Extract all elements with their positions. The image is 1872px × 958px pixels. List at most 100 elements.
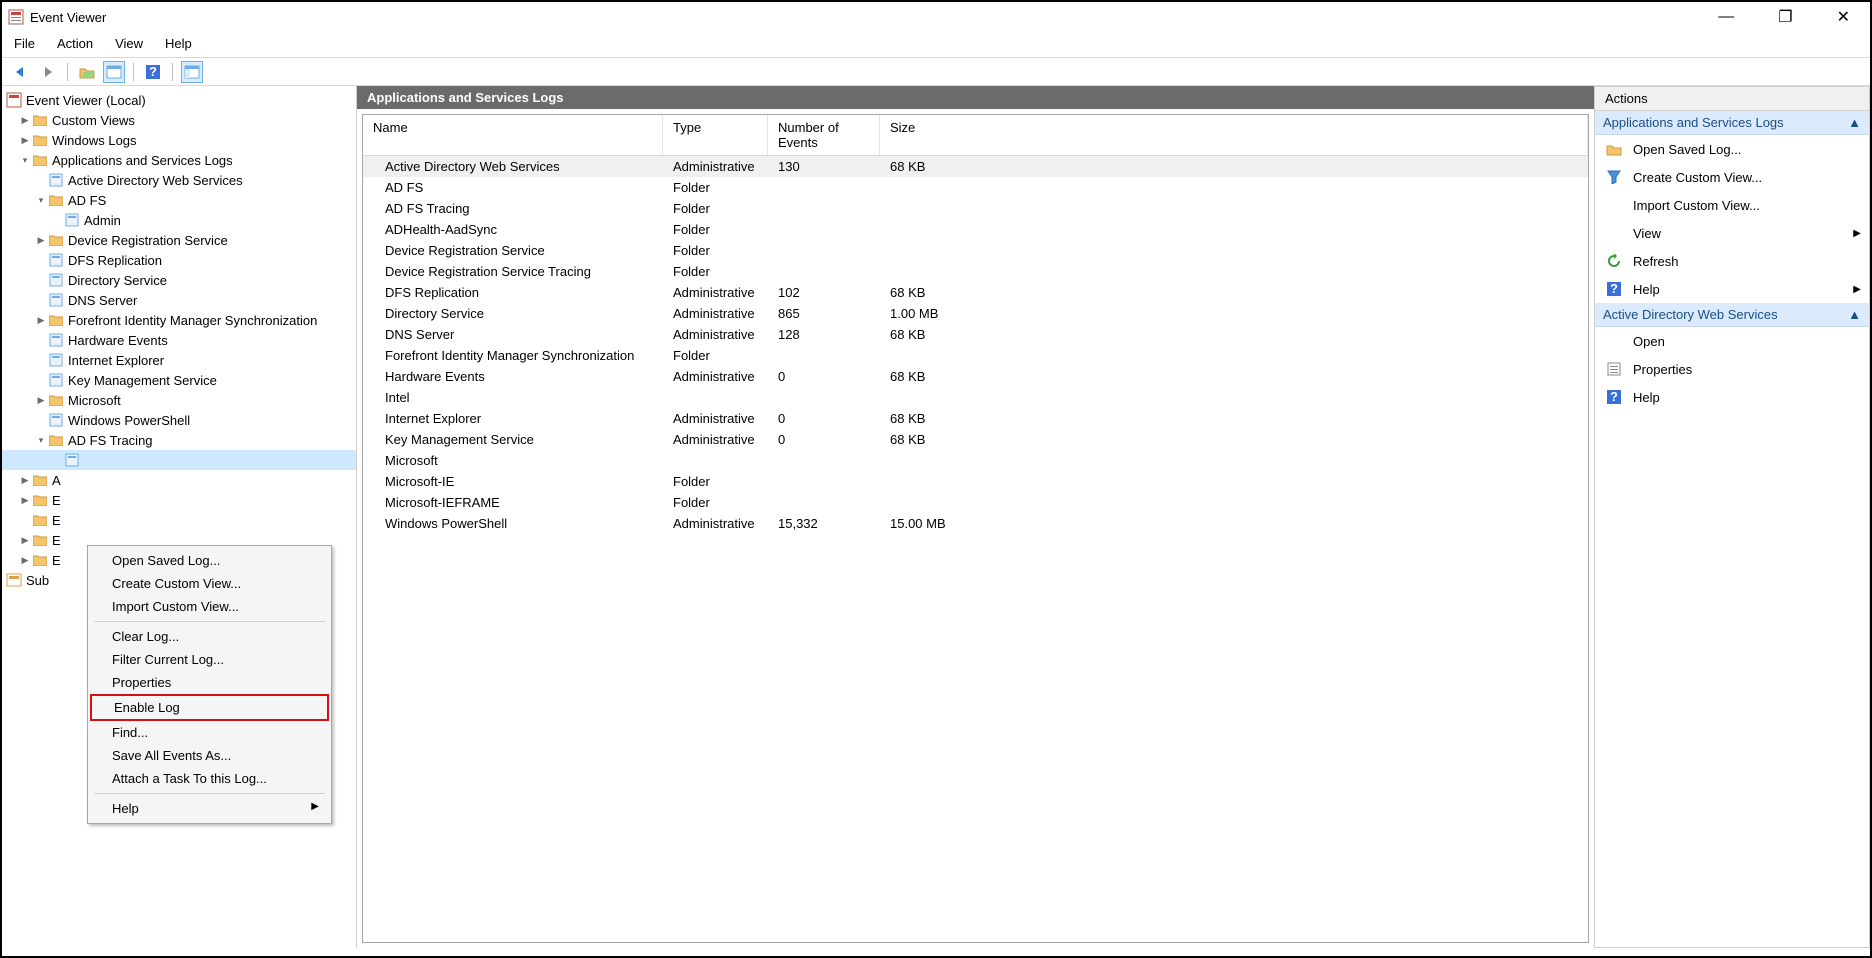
context-menu-item[interactable]: Create Custom View...	[90, 572, 329, 595]
list-row[interactable]: Forefront Identity Manager Synchronizati…	[363, 345, 1588, 366]
tree-kms[interactable]: Key Management Service	[2, 370, 356, 390]
tree-apps-logs[interactable]: ▾Applications and Services Logs	[2, 150, 356, 170]
collapse-icon[interactable]: ▾	[18, 155, 32, 166]
list-row[interactable]: Microsoft-IEFRAMEFolder	[363, 492, 1588, 513]
action-item[interactable]: Properties	[1595, 355, 1869, 383]
expand-icon[interactable]: ▶	[34, 315, 48, 326]
action-item[interactable]: View▶	[1595, 219, 1869, 247]
list-row[interactable]: Directory ServiceAdministrative8651.00 M…	[363, 303, 1588, 324]
tree-root[interactable]: Event Viewer (Local)	[2, 90, 356, 110]
tree-adfs-tracing[interactable]: ▾AD FS Tracing	[2, 430, 356, 450]
tree-partial-2[interactable]: E	[2, 510, 356, 530]
tree-dirsvc[interactable]: Directory Service	[2, 270, 356, 290]
expand-icon[interactable]: ▶	[34, 395, 48, 406]
list-row[interactable]: Hardware EventsAdministrative068 KB	[363, 366, 1588, 387]
expand-icon[interactable]: ▶	[18, 475, 32, 486]
col-name[interactable]: Name	[363, 115, 663, 155]
tree-fim[interactable]: ▶Forefront Identity Manager Synchronizat…	[2, 310, 356, 330]
expand-icon[interactable]: ▶	[34, 235, 48, 246]
back-button[interactable]	[10, 61, 32, 83]
refresh-icon	[1605, 252, 1623, 270]
folder-icon	[32, 132, 48, 148]
toolbar-help-icon[interactable]: ?	[142, 61, 164, 83]
expand-icon[interactable]: ▶	[18, 555, 32, 566]
tree-ie[interactable]: Internet Explorer	[2, 350, 356, 370]
context-menu-item[interactable]: Open Saved Log...	[90, 549, 329, 572]
actions-section-2[interactable]: Active Directory Web Services▲	[1595, 303, 1869, 327]
list-row[interactable]: Internet ExplorerAdministrative068 KB	[363, 408, 1588, 429]
tree-dfs[interactable]: DFS Replication	[2, 250, 356, 270]
collapse-icon[interactable]: ▾	[34, 195, 48, 206]
tree-custom-views[interactable]: ▶Custom Views	[2, 110, 356, 130]
list-row[interactable]: Device Registration ServiceFolder	[363, 240, 1588, 261]
list-row[interactable]: Windows PowerShellAdministrative15,33215…	[363, 513, 1588, 534]
menu-action[interactable]: Action	[57, 36, 93, 51]
list-row[interactable]: AD FSFolder	[363, 177, 1588, 198]
action-item[interactable]: Create Custom View...	[1595, 163, 1869, 191]
column-headers: Name Type Number of Events Size	[363, 115, 1588, 156]
tree-adfs[interactable]: ▾AD FS	[2, 190, 356, 210]
action-item[interactable]: ?Help	[1595, 383, 1869, 411]
maximize-button[interactable]: ❐	[1768, 5, 1802, 29]
list-row[interactable]: DFS ReplicationAdministrative10268 KB	[363, 282, 1588, 303]
tree-drs[interactable]: ▶Device Registration Service	[2, 230, 356, 250]
context-menu-item[interactable]: Properties	[90, 671, 329, 694]
collapse-arrow-icon: ▲	[1848, 115, 1861, 130]
toolbar-pane2-icon[interactable]	[181, 61, 203, 83]
list-row[interactable]: DNS ServerAdministrative12868 KB	[363, 324, 1588, 345]
collapse-icon[interactable]: ▾	[34, 435, 48, 446]
window-title: Event Viewer	[30, 10, 1708, 25]
context-menu-item[interactable]: Save All Events As...	[90, 744, 329, 767]
minimize-button[interactable]: —	[1708, 6, 1744, 28]
menu-file[interactable]: File	[14, 36, 35, 51]
list-row[interactable]: Microsoft-IEFolder	[363, 471, 1588, 492]
log-icon	[48, 272, 64, 288]
context-menu-item[interactable]: Attach a Task To this Log...	[90, 767, 329, 790]
col-number[interactable]: Number of Events	[768, 115, 880, 155]
tree-adfs-admin[interactable]: Admin	[2, 210, 356, 230]
list-row[interactable]: AD FS TracingFolder	[363, 198, 1588, 219]
expand-icon[interactable]: ▶	[18, 495, 32, 506]
menu-help[interactable]: Help	[165, 36, 192, 51]
context-menu-item[interactable]: Find...	[90, 721, 329, 744]
action-item[interactable]: Import Custom View...	[1595, 191, 1869, 219]
tree-windows-logs[interactable]: ▶Windows Logs	[2, 130, 356, 150]
tree-adws[interactable]: Active Directory Web Services	[2, 170, 356, 190]
tree-partial-0[interactable]: ▶A	[2, 470, 356, 490]
close-button[interactable]: ✕	[1827, 5, 1860, 29]
expand-icon[interactable]: ▶	[18, 135, 32, 146]
toolbar-pane-icon[interactable]	[103, 61, 125, 83]
menu-view[interactable]: View	[115, 36, 143, 51]
action-item[interactable]: Open	[1595, 327, 1869, 355]
context-menu-item[interactable]: Filter Current Log...	[90, 648, 329, 671]
list-row[interactable]: Microsoft	[363, 450, 1588, 471]
svg-text:?: ?	[149, 64, 157, 79]
expand-icon[interactable]: ▶	[18, 115, 32, 126]
action-item[interactable]: ?Help▶	[1595, 275, 1869, 303]
context-menu: Open Saved Log...Create Custom View...Im…	[87, 545, 332, 824]
context-menu-item[interactable]: Help▶	[90, 797, 329, 820]
toolbar-folder-open-icon[interactable]	[76, 61, 98, 83]
actions-section-1[interactable]: Applications and Services Logs▲	[1595, 111, 1869, 135]
context-menu-item[interactable]: Enable Log	[90, 694, 329, 721]
tree-dns[interactable]: DNS Server	[2, 290, 356, 310]
forward-button[interactable]	[37, 61, 59, 83]
tree-wps[interactable]: Windows PowerShell	[2, 410, 356, 430]
col-type[interactable]: Type	[663, 115, 768, 155]
list-row[interactable]: ADHealth-AadSyncFolder	[363, 219, 1588, 240]
list-row[interactable]: Device Registration Service TracingFolde…	[363, 261, 1588, 282]
tree-partial-1[interactable]: ▶E	[2, 490, 356, 510]
tree-selected-item[interactable]	[2, 450, 356, 470]
list-row[interactable]: Intel	[363, 387, 1588, 408]
list-row[interactable]: Key Management ServiceAdministrative068 …	[363, 429, 1588, 450]
tree-hw[interactable]: Hardware Events	[2, 330, 356, 350]
action-item[interactable]: Refresh	[1595, 247, 1869, 275]
context-menu-item[interactable]: Import Custom View...	[90, 595, 329, 618]
context-menu-item[interactable]: Clear Log...	[90, 625, 329, 648]
log-icon	[48, 332, 64, 348]
col-size[interactable]: Size	[880, 115, 1588, 155]
tree-ms[interactable]: ▶Microsoft	[2, 390, 356, 410]
list-row[interactable]: Active Directory Web ServicesAdministrat…	[363, 156, 1588, 177]
expand-icon[interactable]: ▶	[18, 535, 32, 546]
action-item[interactable]: Open Saved Log...	[1595, 135, 1869, 163]
